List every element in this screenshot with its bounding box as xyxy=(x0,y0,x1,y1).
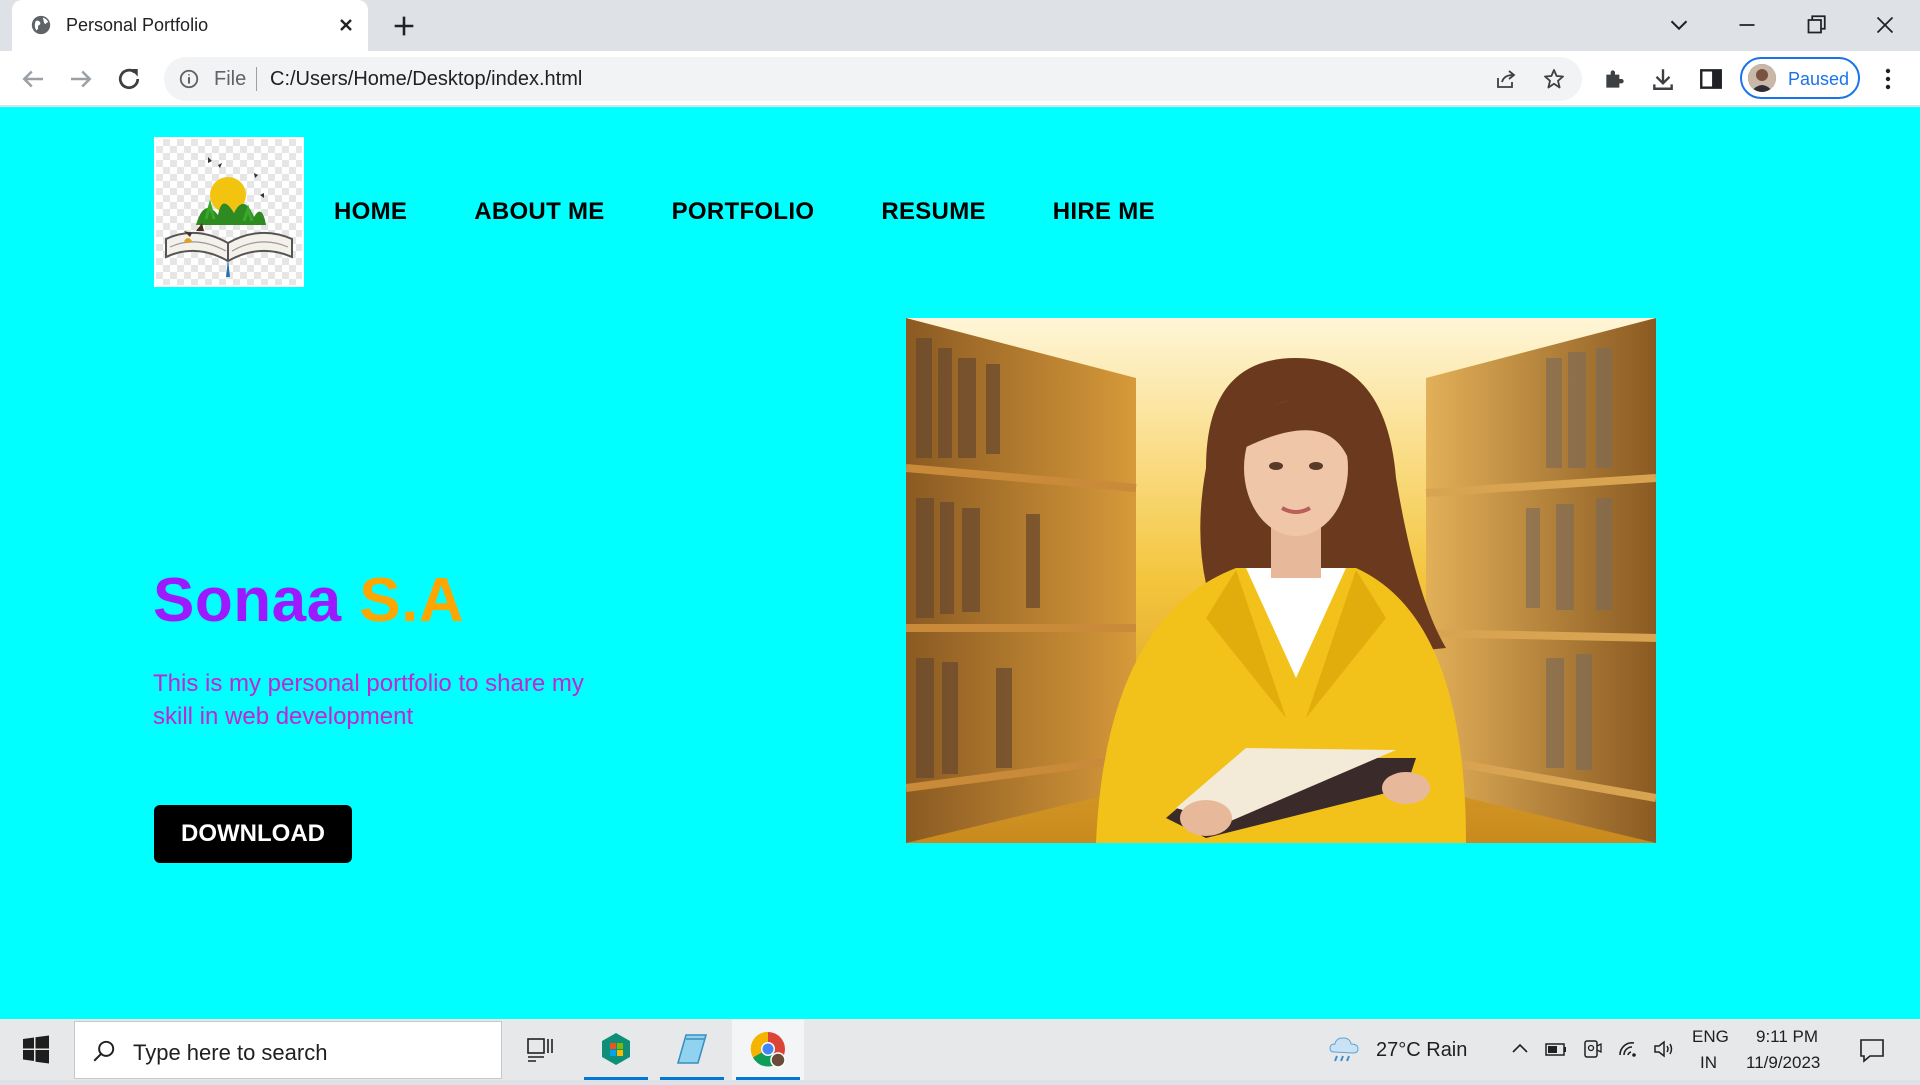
input-language[interactable]: ENG xyxy=(1692,1027,1729,1047)
new-tab-icon[interactable] xyxy=(390,12,418,40)
globe-icon xyxy=(31,15,51,35)
book-logo-icon xyxy=(165,157,293,277)
taskbar-app-chrome[interactable] xyxy=(732,1019,804,1080)
taskbar-search-box[interactable]: Type here to search xyxy=(74,1021,502,1079)
avatar xyxy=(1748,64,1776,92)
hero-name: Sonaa S.A xyxy=(153,565,464,636)
profile-status: Paused xyxy=(1788,69,1850,89)
scheme-label: File xyxy=(214,68,247,90)
store-app-icon xyxy=(602,1033,630,1065)
weather-text[interactable]: 27°C Rain xyxy=(1376,1039,1467,1062)
reload-icon[interactable] xyxy=(114,64,144,94)
address-separator xyxy=(256,67,257,91)
browser-tab-strip: Personal Portfolio xyxy=(0,0,1920,51)
volume-icon[interactable] xyxy=(1652,1037,1676,1061)
windows-start-icon[interactable] xyxy=(0,1019,72,1080)
battery-icon[interactable] xyxy=(1544,1037,1568,1061)
nav-home[interactable]: HOME xyxy=(334,198,407,226)
hero-first-name: Sonaa xyxy=(153,566,342,635)
site-logo[interactable] xyxy=(154,137,304,287)
back-arrow-icon[interactable] xyxy=(18,64,48,94)
share-icon[interactable] xyxy=(1494,67,1518,91)
close-tab-icon[interactable] xyxy=(334,13,358,37)
search-icon xyxy=(93,1040,115,1062)
close-window-icon[interactable] xyxy=(1870,10,1900,40)
show-hidden-icons-chevron-icon[interactable] xyxy=(1508,1037,1532,1061)
main-navigation: HOME ABOUT ME PORTFOLIO RESUME HIRE ME xyxy=(334,198,1222,226)
taskbar-app-notepad[interactable] xyxy=(656,1019,728,1080)
tab-title: Personal Portfolio xyxy=(66,15,209,35)
task-view-button[interactable] xyxy=(504,1019,576,1080)
side-panel-icon[interactable] xyxy=(1698,66,1724,92)
nav-resume[interactable]: RESUME xyxy=(881,198,985,226)
clock-time[interactable]: 9:11 PM xyxy=(1756,1027,1818,1047)
notepad-app-icon xyxy=(677,1034,707,1064)
tab-search-chevron-icon[interactable] xyxy=(1664,10,1694,40)
rain-cloud-icon[interactable] xyxy=(1328,1034,1362,1064)
minimize-icon[interactable] xyxy=(1732,10,1762,40)
meet-now-icon[interactable] xyxy=(1580,1037,1604,1061)
input-region[interactable]: IN xyxy=(1700,1053,1717,1073)
nav-about-me[interactable]: ABOUT ME xyxy=(474,198,604,226)
address-bar[interactable]: File C:/Users/Home/Desktop/index.html xyxy=(164,57,1582,101)
profile-button[interactable]: Paused xyxy=(1740,57,1860,99)
download-button[interactable]: DOWNLOAD xyxy=(154,805,352,863)
browser-toolbar: File C:/Users/Home/Desktop/index.html Pa… xyxy=(0,51,1920,106)
forward-arrow-icon[interactable] xyxy=(66,64,96,94)
bookmark-star-icon[interactable] xyxy=(1542,67,1566,91)
portfolio-page: HOME ABOUT ME PORTFOLIO RESUME HIRE ME S… xyxy=(0,107,1920,1019)
notification-center-icon[interactable] xyxy=(1858,1036,1886,1064)
hero-description: This is my personal portfolio to share m… xyxy=(153,670,584,730)
info-icon[interactable] xyxy=(178,68,200,90)
windows-taskbar: Type here to search 27°C Rain ENG IN 9:1… xyxy=(0,1019,1920,1080)
wifi-icon[interactable] xyxy=(1616,1037,1640,1061)
taskbar-app-store[interactable] xyxy=(580,1019,652,1080)
task-view-icon xyxy=(527,1038,553,1062)
more-menu-icon[interactable] xyxy=(1876,66,1900,92)
download-icon[interactable] xyxy=(1650,66,1676,92)
hero-last-name: S.A xyxy=(359,566,465,635)
search-placeholder: Type here to search xyxy=(133,1040,328,1065)
extensions-puzzle-icon[interactable] xyxy=(1602,66,1628,92)
clock-date[interactable]: 11/9/2023 xyxy=(1746,1053,1820,1073)
nav-portfolio[interactable]: PORTFOLIO xyxy=(672,198,815,226)
url-text[interactable]: C:/Users/Home/Desktop/index.html xyxy=(270,68,582,91)
chrome-app-icon xyxy=(750,1031,786,1068)
hero-photo xyxy=(906,318,1656,843)
nav-hire-me[interactable]: HIRE ME xyxy=(1053,198,1155,226)
browser-tab[interactable]: Personal Portfolio xyxy=(12,0,368,51)
restore-icon[interactable] xyxy=(1801,10,1831,40)
